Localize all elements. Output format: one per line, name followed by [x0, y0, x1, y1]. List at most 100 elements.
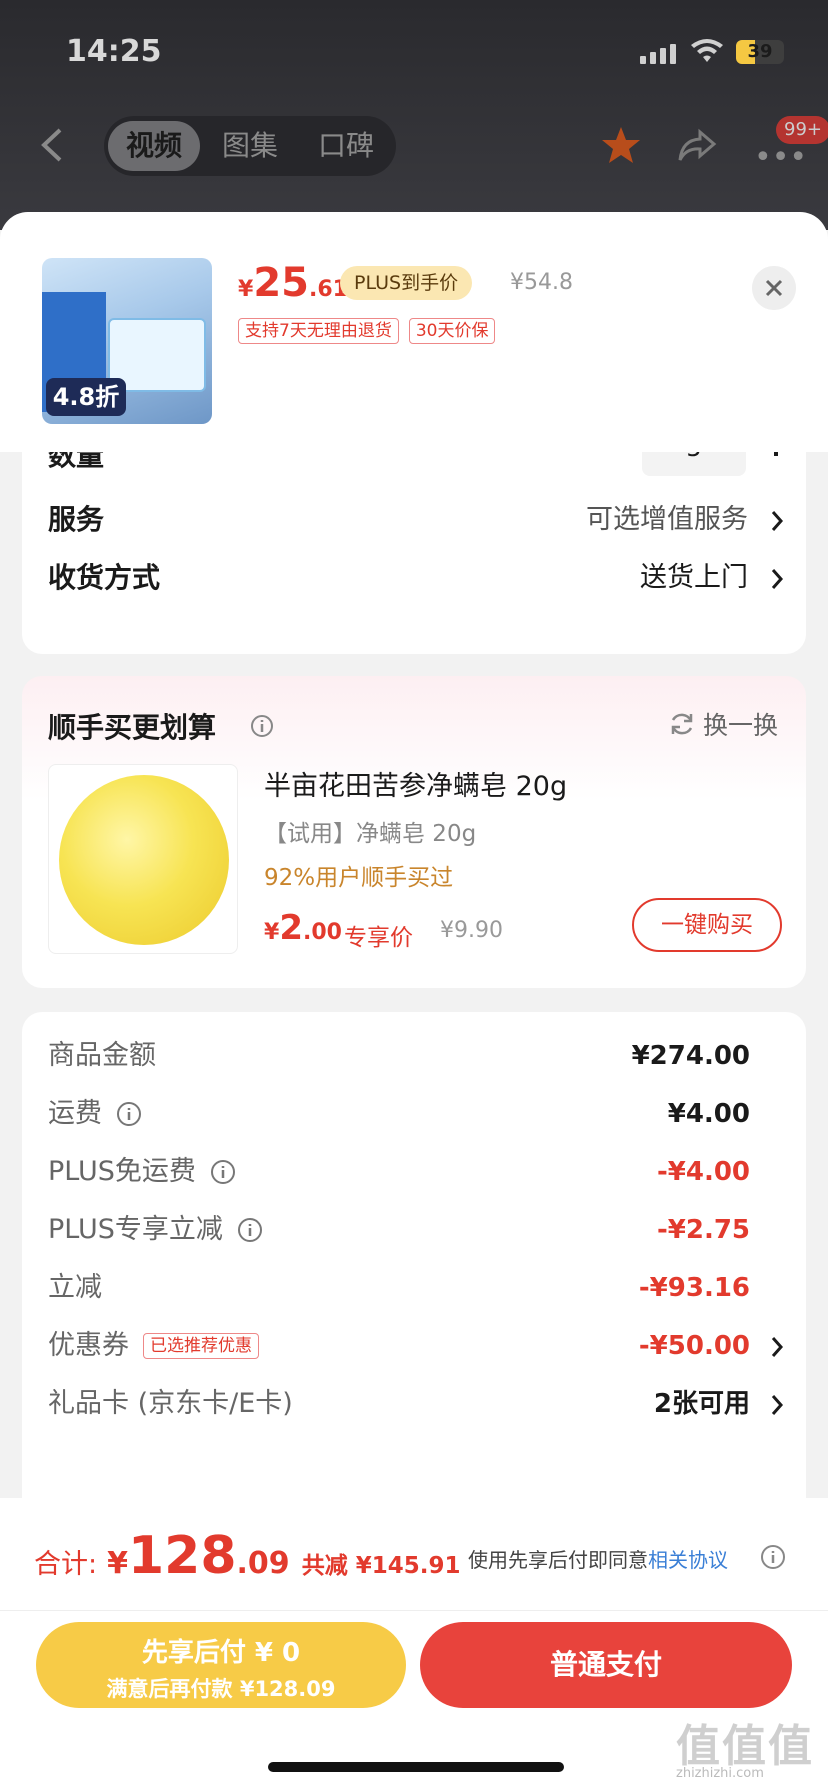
- breakdown-label: 商品金额: [48, 1036, 156, 1076]
- total-currency: ¥: [107, 1546, 128, 1581]
- battery-percent: 39: [747, 41, 773, 62]
- pay-later-sub-label: 满意后再付款 ¥128.09: [106, 1677, 336, 1701]
- quantity-stepper[interactable]: 5: [642, 452, 746, 476]
- breakdown-value: ¥4.00: [667, 1099, 750, 1129]
- swap-button[interactable]: 换一换: [669, 706, 778, 742]
- total-amount: 合计: ¥ 128 .09 共减 ¥145.91: [34, 1526, 460, 1586]
- breakdown-value: -¥93.16: [638, 1273, 750, 1303]
- info-icon[interactable]: [237, 1217, 263, 1243]
- watermark-url: zhizhizhi.com: [676, 1766, 764, 1781]
- delivery-value: 送货上门: [640, 562, 748, 593]
- watermark-logo: 值值值: [676, 1721, 814, 1772]
- pay-later-button[interactable]: 先享后付 ¥ 0 满意后再付款 ¥128.09: [36, 1622, 406, 1708]
- breakdown-row: PLUS专享立减 -¥2.75: [48, 1210, 788, 1250]
- agreement-text: 使用先享后付即同意相关协议: [468, 1544, 728, 1573]
- addon-title: 顺手买更划算: [48, 711, 217, 744]
- quantity-label: 数量: [48, 452, 105, 472]
- breakdown-label: 礼品卡 (京东卡/E卡): [48, 1384, 293, 1424]
- swap-label: 换一换: [702, 711, 778, 740]
- addon-bought-rate: 92%用户顺手买过: [264, 865, 454, 891]
- price-breakdown-card: 商品金额 ¥274.00 运费 ¥4.00 PLUS免运费 -¥4.00 PLUS专享立减 -…: [22, 1012, 806, 1512]
- tab-2[interactable]: 口碑: [300, 121, 392, 171]
- one-click-buy-button[interactable]: 一键购买: [632, 898, 782, 952]
- divider: [0, 1610, 828, 1611]
- total-integer: 128: [127, 1526, 237, 1586]
- breakdown-label-text: PLUS免运费: [48, 1156, 196, 1187]
- purchase-options-card: 数量 5 服务 可选增值服务 收货方式 送货上门: [22, 452, 806, 654]
- breakdown-row: PLUS免运费 -¥4.00: [48, 1152, 788, 1192]
- product-price: ¥ 25 .61: [238, 260, 348, 310]
- video-header-overlay: 14:25 39 视频 图集 口碑 ••• 99+: [0, 0, 828, 230]
- service-label: 服务: [48, 503, 105, 536]
- delivery-option-row[interactable]: 收货方式 送货上门: [48, 558, 788, 598]
- total-label: 合计:: [34, 1549, 98, 1580]
- breakdown-value: -¥4.00: [656, 1157, 750, 1187]
- breakdown-label-text: 优惠券: [48, 1330, 129, 1361]
- agreement-prefix: 使用先享后付即同意: [468, 1548, 648, 1572]
- status-bar: 14:25 39: [0, 30, 828, 74]
- service-tag: 30天价保: [408, 318, 496, 344]
- normal-pay-button[interactable]: 普通支付: [420, 1622, 792, 1708]
- service-tags: 支持7天无理由退货 30天价保: [238, 318, 496, 344]
- delivery-label: 收货方式: [48, 561, 161, 594]
- battery-indicator: 39: [736, 40, 784, 64]
- chevron-right-icon: [771, 1395, 784, 1415]
- breakdown-value: -¥50.00: [638, 1331, 750, 1361]
- refresh-icon: [671, 713, 693, 735]
- price-integer: 2: [279, 908, 303, 948]
- pay-later-main-label: 先享后付 ¥ 0: [141, 1638, 301, 1668]
- breakdown-label: 运费: [48, 1094, 142, 1134]
- checkout-bar: 合计: ¥ 128 .09 共减 ¥145.91 使用先享后付即同意相关协议 先…: [0, 1498, 828, 1792]
- status-time: 14:25: [66, 34, 162, 69]
- price-decimal: .00: [302, 920, 342, 945]
- back-icon[interactable]: [38, 128, 68, 162]
- breakdown-label-text: PLUS专享立减: [48, 1214, 223, 1245]
- breakdown-value: -¥2.75: [656, 1215, 750, 1245]
- coupon-recommend-tag: 已选推荐优惠: [143, 1333, 259, 1359]
- breakdown-label: PLUS专享立减: [48, 1210, 263, 1250]
- chevron-right-icon: [771, 569, 784, 589]
- plus-icon[interactable]: [764, 452, 788, 456]
- breakdown-label-text: 立减: [48, 1272, 102, 1303]
- share-icon[interactable]: [676, 126, 718, 166]
- breakdown-row[interactable]: 礼品卡 (京东卡/E卡) 2张可用: [48, 1384, 788, 1424]
- chevron-right-icon: [771, 1337, 784, 1357]
- info-icon[interactable]: [250, 714, 274, 738]
- exclusive-price-label: 专享价: [344, 925, 413, 951]
- breakdown-row: 立减 -¥93.16: [48, 1268, 788, 1308]
- addon-product-image[interactable]: [48, 764, 238, 954]
- tab-0[interactable]: 视频: [108, 121, 200, 171]
- breakdown-value: 2张可用: [653, 1389, 750, 1419]
- breakdown-row[interactable]: 优惠券 已选推荐优惠 -¥50.00: [48, 1326, 788, 1366]
- close-icon[interactable]: [752, 266, 796, 310]
- star-icon[interactable]: [600, 124, 642, 166]
- breakdown-label-text: 运费: [48, 1098, 102, 1129]
- total-saved: 共减 ¥145.91: [301, 1553, 461, 1579]
- addon-product-name[interactable]: 半亩花田苦参净螨皂 20g: [264, 764, 567, 803]
- more-icon[interactable]: •••: [754, 140, 807, 175]
- service-option-row[interactable]: 服务 可选增值服务: [48, 500, 788, 540]
- addon-product-spec: 【试用】净螨皂 20g: [264, 821, 477, 847]
- tab-1[interactable]: 图集: [204, 121, 296, 171]
- service-value: 可选增值服务: [586, 504, 748, 535]
- breakdown-label: 立减: [48, 1268, 102, 1308]
- total-decimal: .09: [236, 1546, 290, 1581]
- wifi-icon: [691, 39, 723, 62]
- breakdown-row: 商品金额 ¥274.00: [48, 1036, 788, 1076]
- notification-badge: 99+: [776, 116, 828, 144]
- addon-original-price: ¥9.90: [440, 918, 503, 943]
- info-icon[interactable]: [210, 1159, 236, 1185]
- info-icon[interactable]: [116, 1101, 142, 1127]
- breakdown-row: 运费 ¥4.00: [48, 1094, 788, 1134]
- breakdown-value: ¥274.00: [631, 1041, 750, 1071]
- original-price: ¥54.8: [510, 270, 573, 295]
- price-currency: ¥: [264, 920, 280, 945]
- agreement-link[interactable]: 相关协议: [648, 1548, 728, 1572]
- breakdown-label-text: 礼品卡 (京东卡/E卡): [48, 1388, 293, 1419]
- media-tabs: 视频 图集 口碑: [104, 116, 396, 176]
- product-image: 4.8折: [42, 258, 212, 424]
- home-indicator: [268, 1762, 564, 1772]
- chevron-right-icon: [771, 511, 784, 531]
- price-integer: 25: [253, 260, 309, 306]
- info-icon[interactable]: [760, 1544, 786, 1570]
